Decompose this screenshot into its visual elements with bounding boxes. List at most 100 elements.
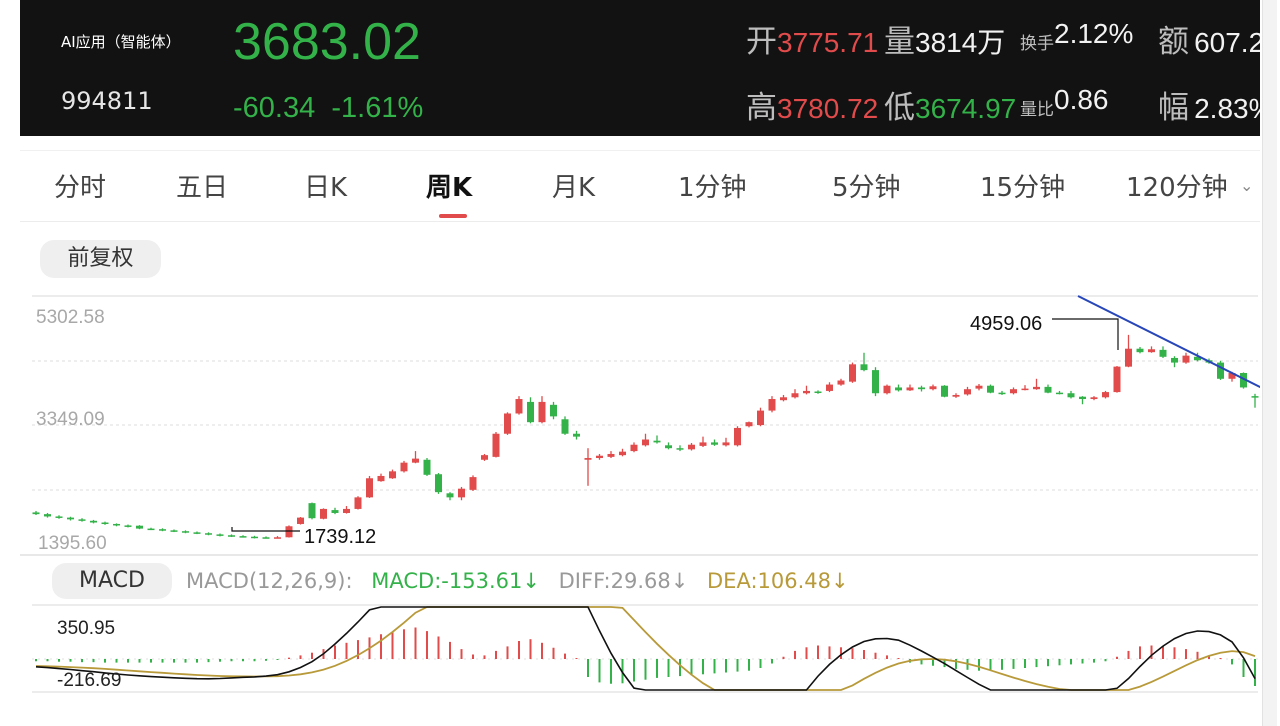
macd-bar xyxy=(1219,658,1222,659)
candle-body xyxy=(136,525,143,529)
high-marker-line xyxy=(1052,318,1119,350)
macd-bar xyxy=(391,632,394,659)
candle-body xyxy=(101,522,109,525)
candle-body xyxy=(1125,348,1132,367)
macd-bar xyxy=(506,646,509,659)
macd-bar xyxy=(403,629,405,659)
candle-body xyxy=(1148,349,1155,353)
candle-body xyxy=(561,419,569,434)
candle-body xyxy=(745,422,753,427)
macd-bar xyxy=(759,659,762,668)
macd-bar xyxy=(1254,659,1256,686)
macd-bar xyxy=(1093,659,1095,663)
candle-body xyxy=(895,387,902,391)
candle-body xyxy=(1251,396,1259,398)
macd-bar xyxy=(1001,659,1003,670)
macd-bar xyxy=(552,647,555,659)
candle-body xyxy=(803,390,810,394)
macd-values: MACD(12,26,9): MACD:-153.61↓ DIFF:29.68↓… xyxy=(186,569,861,593)
low-marker-label: 1739.12 xyxy=(304,526,376,548)
macd-bar xyxy=(69,659,72,662)
macd-bar xyxy=(104,659,106,663)
candle-body xyxy=(964,389,971,395)
macd-bar xyxy=(276,659,279,660)
candle-body xyxy=(653,440,661,443)
candle-body xyxy=(1067,393,1075,398)
candle-body xyxy=(941,385,948,397)
macd-bar xyxy=(771,659,773,664)
candle-body xyxy=(44,514,51,517)
macd-bar xyxy=(667,659,670,677)
candle-body xyxy=(929,386,937,390)
macd-bar xyxy=(656,659,658,678)
macd-bar xyxy=(265,659,267,661)
candle-body xyxy=(159,529,166,531)
macd-bar xyxy=(1139,646,1141,659)
candle-body xyxy=(343,508,350,513)
candle-body xyxy=(573,433,580,437)
kline-chart[interactable]: 5302.58 3349.09 1395.60 4959.06 1739.12 … xyxy=(0,0,1280,726)
y-axis-label-mid: 3349.09 xyxy=(36,409,105,430)
macd-bar xyxy=(1242,659,1245,677)
macd-bar xyxy=(863,650,865,659)
macd-bar xyxy=(989,659,992,671)
macd-bar xyxy=(874,652,877,659)
candle-body xyxy=(262,537,270,539)
candle-body xyxy=(331,510,339,513)
macd-bar xyxy=(748,659,750,671)
candle-body xyxy=(377,475,385,482)
candle-body xyxy=(1044,386,1052,393)
candle-body xyxy=(446,493,454,498)
dea-value: DEA:106.48↓ xyxy=(707,569,849,593)
macd-bar xyxy=(886,655,888,659)
macd-bar xyxy=(495,650,497,659)
candle-body xyxy=(1171,357,1178,363)
diff-value: DIFF:29.68↓ xyxy=(558,569,689,593)
macd-bar xyxy=(460,649,463,659)
macd-bar xyxy=(564,653,566,659)
candle-body xyxy=(492,433,500,457)
candle-body xyxy=(481,455,488,460)
candle-body xyxy=(619,451,626,456)
macd-bar xyxy=(817,645,819,659)
candle-body xyxy=(239,536,247,538)
macd-bar xyxy=(184,659,187,663)
candlestick-series xyxy=(32,334,1270,539)
candle-body xyxy=(205,533,212,535)
scrollbar[interactable] xyxy=(1260,0,1280,726)
candle-body xyxy=(274,537,281,539)
macd-bar xyxy=(1104,659,1107,662)
candle-body xyxy=(734,427,741,446)
candle-body xyxy=(504,413,511,434)
macd-bar xyxy=(679,659,681,677)
macd-bar xyxy=(46,659,49,662)
macd-bar xyxy=(644,659,647,680)
scrollbar-track[interactable] xyxy=(1262,0,1277,726)
candle-body xyxy=(791,393,799,398)
macd-bar xyxy=(610,659,612,684)
candle-body xyxy=(768,399,776,411)
macd-bar xyxy=(219,659,221,662)
candle-body xyxy=(665,445,672,449)
candle-body xyxy=(952,394,960,397)
macd-bar xyxy=(81,659,83,663)
macd-indicator-button[interactable]: MACD xyxy=(52,563,172,599)
macd-bar xyxy=(138,659,141,663)
macd-bar xyxy=(1185,649,1187,659)
candle-body xyxy=(389,471,396,479)
candle-body xyxy=(354,497,362,509)
macd-bar xyxy=(978,659,980,671)
macd-bar xyxy=(115,659,118,663)
macd-bar xyxy=(92,659,95,663)
candle-body xyxy=(1010,389,1017,394)
macd-histogram xyxy=(35,627,1256,686)
candle-body xyxy=(1090,397,1098,400)
macd-bar xyxy=(1047,659,1049,667)
macd-value: MACD:-153.61↓ xyxy=(371,569,540,593)
candle-body xyxy=(906,387,914,391)
candle-body xyxy=(1159,349,1167,357)
candle-body xyxy=(1056,392,1063,395)
macd-bar xyxy=(127,659,129,663)
candle-body xyxy=(32,512,40,515)
macd-bar xyxy=(1173,647,1176,659)
